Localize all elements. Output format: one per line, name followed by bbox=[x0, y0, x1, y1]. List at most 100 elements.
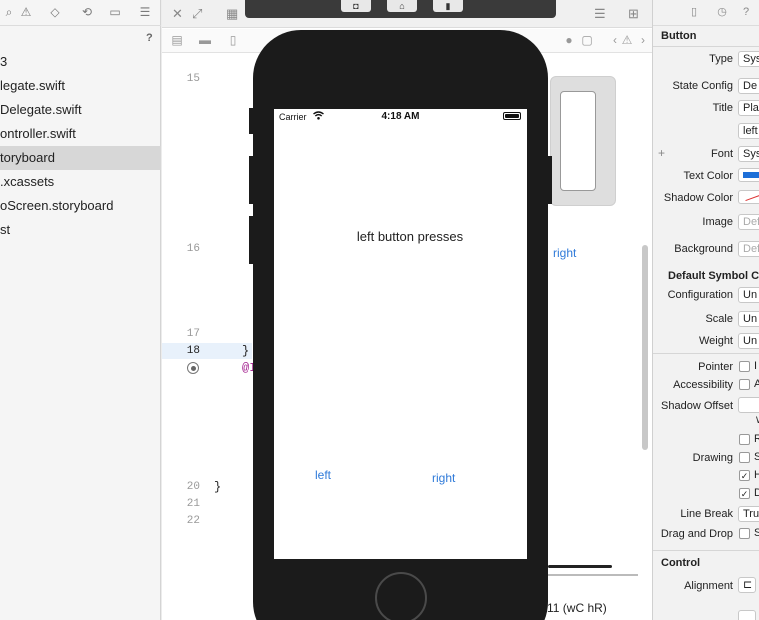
history-icon[interactable]: ◷ bbox=[715, 5, 729, 19]
diamond-icon[interactable]: ◇ bbox=[48, 5, 62, 19]
accessibility-checkbox-text: A bbox=[754, 378, 759, 390]
text-color-swatch[interactable] bbox=[738, 168, 759, 182]
divider bbox=[653, 550, 759, 551]
shadow-offset-field[interactable] bbox=[738, 397, 759, 413]
line-break-label: Line Break bbox=[680, 508, 733, 520]
type-label: Type bbox=[709, 53, 733, 65]
expand-icon[interactable]: ⤢ bbox=[192, 6, 202, 22]
folder-icon[interactable]: ▬ bbox=[198, 33, 212, 47]
grid-icon[interactable]: ▦ bbox=[226, 6, 238, 22]
line-number: 17 bbox=[186, 328, 200, 340]
state-config-select[interactable]: De bbox=[738, 78, 759, 94]
font-field[interactable]: Sys bbox=[738, 146, 759, 162]
file-icon[interactable]: ▯ bbox=[226, 33, 240, 47]
scale-select[interactable]: Un bbox=[738, 311, 759, 327]
section-title-button: Button bbox=[661, 30, 697, 42]
drag-and-drop-text: S bbox=[754, 527, 759, 539]
drawing-h-checkbox[interactable]: ✓ bbox=[739, 470, 750, 481]
horizontal-divider bbox=[542, 574, 638, 576]
drawing-h-text: H bbox=[754, 469, 759, 481]
lines-icon[interactable]: ☰ bbox=[594, 6, 606, 22]
nav-item[interactable]: oScreen.storyboard bbox=[0, 194, 161, 218]
square-icon[interactable]: ▢ bbox=[580, 33, 594, 47]
drag-and-drop-checkbox[interactable] bbox=[739, 528, 750, 539]
vertical-scrollbar[interactable] bbox=[642, 245, 648, 450]
background-field[interactable]: Def bbox=[738, 241, 759, 257]
drawing-d-text: D bbox=[754, 487, 759, 499]
drawing-r-text: R bbox=[754, 433, 759, 445]
add-editor-icon[interactable]: ⊞ bbox=[628, 6, 639, 22]
drawing-s-checkbox[interactable] bbox=[739, 452, 750, 463]
rotate-icon[interactable]: ▮ bbox=[433, 0, 463, 12]
code-line[interactable]: } bbox=[242, 344, 249, 358]
navigator-toolbar: ⌕ ⚠ ◇ ⟲ ▭ ☰ bbox=[0, 0, 161, 26]
outlet-connection-icon[interactable] bbox=[187, 362, 199, 374]
nav-item[interactable]: 3 bbox=[0, 50, 161, 74]
close-icon[interactable]: ✕ bbox=[172, 6, 183, 22]
help-circle-icon[interactable]: ? bbox=[739, 5, 753, 19]
nav-item-selected[interactable]: toryboard bbox=[0, 146, 161, 170]
nav-item[interactable]: .xcassets bbox=[0, 170, 161, 194]
screenshot-icon[interactable]: ◘ bbox=[341, 0, 371, 12]
xcode-window: ⌕ ⚠ ◇ ⟲ ▭ ☰ ? 3 legate.swift Delegate.sw… bbox=[0, 0, 759, 620]
nav-item-label: Delegate.swift bbox=[0, 102, 82, 117]
weight-label: Weight bbox=[698, 335, 733, 347]
home-button[interactable] bbox=[375, 572, 427, 620]
weight-select[interactable]: Un bbox=[738, 333, 759, 349]
search-icon[interactable]: ⌕ bbox=[2, 5, 16, 19]
nav-item[interactable]: ontroller.swift bbox=[0, 122, 161, 146]
shadow-color-label: Shadow Color bbox=[663, 192, 733, 204]
pointer-checkbox-text: I bbox=[754, 360, 758, 372]
mute-switch bbox=[249, 108, 254, 134]
home-icon[interactable]: ⌂ bbox=[387, 0, 417, 12]
presses-label: left button presses bbox=[356, 229, 464, 244]
grid-small-icon[interactable]: ▤ bbox=[170, 33, 184, 47]
image-field[interactable]: Def bbox=[738, 214, 759, 230]
drawing-d-checkbox[interactable]: ✓ bbox=[739, 488, 750, 499]
section-title-control: Control bbox=[661, 557, 701, 569]
code-line[interactable]: } bbox=[214, 480, 221, 494]
pointer-checkbox[interactable] bbox=[739, 361, 750, 372]
shadow-color-swatch[interactable] bbox=[738, 190, 759, 204]
background-right-label: right bbox=[553, 246, 577, 260]
warning-yellow-icon[interactable]: ⚠ bbox=[620, 33, 634, 47]
breakpoint-icon[interactable]: ⟲ bbox=[80, 5, 94, 19]
alignment-left-icon[interactable]: ⊏ bbox=[738, 577, 756, 593]
alignment-second-icon[interactable] bbox=[738, 610, 756, 620]
drawing-s-text: S bbox=[754, 451, 759, 463]
tag-icon[interactable]: ▭ bbox=[108, 5, 122, 19]
nav-item[interactable]: legate.swift bbox=[0, 74, 161, 98]
line-number: 21 bbox=[186, 498, 200, 510]
left-button[interactable]: left bbox=[315, 468, 331, 482]
divider bbox=[653, 46, 759, 47]
report-icon[interactable]: ☰ bbox=[138, 5, 152, 19]
title-text-field[interactable]: left bbox=[738, 123, 759, 139]
file-inspector-icon[interactable]: ▯ bbox=[687, 5, 701, 19]
drawing-r-checkbox[interactable] bbox=[739, 434, 750, 445]
nav-item[interactable]: Delegate.swift bbox=[0, 98, 161, 122]
scale-label: Scale bbox=[705, 313, 733, 325]
configuration-select[interactable]: Un bbox=[738, 287, 759, 303]
horizontal-scrollbar[interactable] bbox=[548, 565, 612, 568]
volume-up-button[interactable] bbox=[249, 156, 254, 204]
default-symbol-config-heading: Default Symbol Co bbox=[668, 270, 759, 282]
type-select[interactable]: Sys bbox=[738, 51, 759, 67]
warning-icon[interactable]: ⚠ bbox=[19, 5, 33, 19]
accessibility-checkbox[interactable] bbox=[739, 379, 750, 390]
title-type-select[interactable]: Pla bbox=[738, 100, 759, 116]
line-break-select[interactable]: Tru bbox=[738, 506, 759, 522]
circle-icon[interactable]: ● bbox=[562, 33, 576, 47]
divider bbox=[653, 353, 759, 354]
title-label: Title bbox=[712, 102, 733, 114]
chevron-right-icon[interactable]: › bbox=[636, 33, 650, 47]
help-icon[interactable]: ? bbox=[146, 32, 153, 44]
volume-down-button[interactable] bbox=[249, 216, 254, 264]
font-label: Font bbox=[710, 148, 733, 160]
project-navigator: ⌕ ⚠ ◇ ⟲ ▭ ☰ ? 3 legate.swift Delegate.sw… bbox=[0, 0, 161, 620]
power-button[interactable] bbox=[547, 156, 552, 204]
image-label: Image bbox=[702, 216, 733, 228]
drag-and-drop-label: Drag and Drop bbox=[660, 528, 733, 540]
right-button[interactable]: right bbox=[432, 471, 455, 485]
status-bar: Carrier 4:18 AM bbox=[274, 109, 527, 125]
nav-item[interactable]: st bbox=[0, 218, 161, 242]
